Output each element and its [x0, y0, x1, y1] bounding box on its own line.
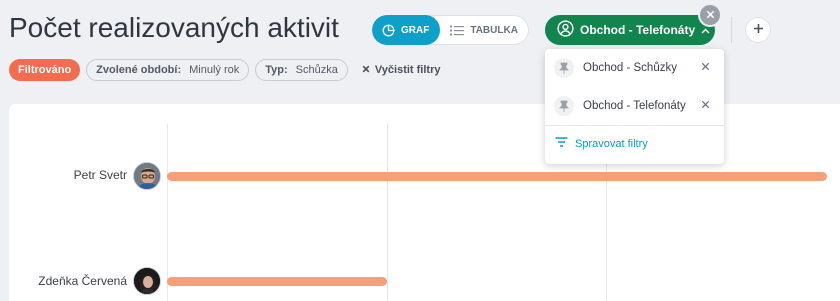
chart-bar-zdenka-cervena[interactable] — [167, 277, 387, 286]
close-icon[interactable] — [701, 100, 710, 112]
row-label-zdenka-cervena: Zdeňka Červená — [38, 274, 127, 288]
saved-filter-label: Obchod - Telefonáty — [580, 23, 696, 37]
graph-view-button[interactable]: GRAF — [372, 15, 441, 45]
dropdown-divider — [545, 125, 724, 126]
view-toggle: GRAF TABULKA — [372, 15, 529, 45]
type-filter-key: Typ: — [265, 64, 288, 76]
chevron-up-icon — [701, 23, 710, 37]
pin-icon — [554, 96, 574, 116]
add-button[interactable] — [745, 17, 771, 43]
plus-icon — [753, 21, 764, 39]
toolbar-divider — [731, 17, 732, 43]
clear-saved-filter-button[interactable] — [700, 5, 720, 25]
table-view-label: TABULKA — [470, 24, 518, 36]
pin-icon — [554, 58, 574, 78]
dropdown-item-label: Obchod - Telefonáty — [583, 100, 686, 112]
close-icon[interactable] — [701, 62, 710, 74]
gridline — [167, 124, 168, 301]
dropdown-item-label: Obchod - Schůzky — [583, 62, 677, 74]
saved-filters-dropdown: Obchod - Schůzky Obchod - Telefonáty Spr… — [545, 49, 724, 164]
avatar — [133, 162, 161, 190]
row-label-petr-svetr: Petr Svetr — [73, 168, 127, 182]
close-icon — [362, 64, 370, 76]
active-filters: Filtrováno Zvolené období: Minulý rok Ty… — [9, 58, 440, 82]
close-icon — [706, 6, 715, 24]
manage-filters-label: Spravovat filtry — [575, 137, 648, 150]
type-filter-value: Schůzka — [295, 64, 338, 76]
period-filter-key: Zvolené období: — [96, 64, 182, 76]
clear-filters-button[interactable]: Vyčistit filtry — [354, 64, 441, 76]
dropdown-item-obchod-schuzky[interactable]: Obchod - Schůzky — [545, 51, 724, 85]
period-filter-chip[interactable]: Zvolené období: Minulý rok — [86, 59, 250, 81]
manage-filters-button[interactable]: Spravovat filtry — [555, 137, 648, 150]
clear-filters-label: Vyčistit filtry — [374, 64, 441, 76]
gridline — [387, 124, 388, 301]
filter-icon — [555, 137, 568, 150]
list-icon — [450, 25, 465, 36]
table-view-button[interactable]: TABULKA — [440, 15, 529, 45]
avatar — [133, 267, 161, 295]
saved-filter-select[interactable]: Obchod - Telefonáty — [545, 15, 715, 45]
graph-view-label: GRAF — [401, 24, 430, 36]
filtered-badge: Filtrováno — [9, 59, 81, 81]
user-circle-icon — [557, 20, 574, 40]
page-title: Počet realizovaných aktivit — [9, 12, 339, 43]
pie-chart-icon — [382, 24, 395, 37]
chart-bar-petr-svetr[interactable] — [167, 172, 827, 181]
period-filter-value: Minulý rok — [189, 64, 240, 76]
type-filter-chip[interactable]: Typ: Schůzka — [255, 59, 348, 81]
dropdown-item-obchod-telefonaty[interactable]: Obchod - Telefonáty — [545, 89, 724, 123]
